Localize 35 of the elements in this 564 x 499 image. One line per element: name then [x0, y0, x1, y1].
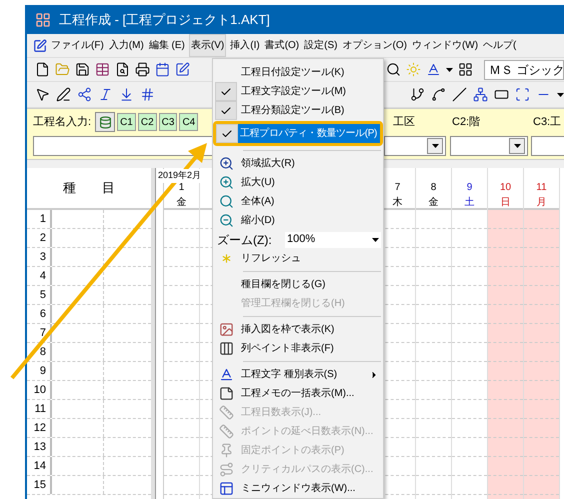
row-number: 8	[27, 343, 52, 361]
process-name-label: 工程名入力:	[33, 114, 92, 130]
row-number: 12	[27, 419, 52, 437]
row-number: 4	[27, 267, 52, 285]
row-number: 3	[27, 248, 52, 266]
category-label: C2:階	[451, 114, 482, 130]
weekday-label: 月	[536, 196, 546, 210]
type-header: 種 目	[63, 179, 115, 198]
row-number: 11	[27, 400, 52, 418]
weekday-label: 金	[428, 196, 438, 210]
row-number: 9	[27, 362, 52, 380]
row-number: 5	[27, 286, 52, 304]
row-number: 7	[27, 324, 52, 342]
category-label: C3:工	[532, 114, 562, 130]
day-number: 1	[178, 181, 184, 195]
row-number: 2	[27, 229, 52, 247]
row-number: 15	[27, 476, 52, 494]
weekday-label: 日	[500, 196, 510, 210]
day-number: 11	[536, 181, 547, 195]
month-label: 2019年2月	[158, 169, 202, 182]
row-number: 14	[27, 457, 52, 475]
window-title: 工程作成 - [工程プロジェクト1.AKT]	[59, 10, 270, 29]
row-number: 6	[27, 305, 52, 323]
day-number: 8	[430, 181, 436, 195]
weekday-label: 金	[176, 196, 186, 210]
category-label: 工区	[392, 114, 416, 130]
day-number: 10	[500, 181, 512, 195]
row-number: 10	[27, 381, 52, 399]
row-number: 1	[27, 210, 52, 228]
day-number: 7	[394, 181, 400, 195]
row-number: 13	[27, 438, 52, 456]
weekday-label: 土	[464, 196, 474, 210]
day-number: 9	[466, 181, 472, 195]
weekday-label: 木	[392, 196, 402, 210]
zoom-label: ズーム(Z):	[217, 232, 273, 248]
